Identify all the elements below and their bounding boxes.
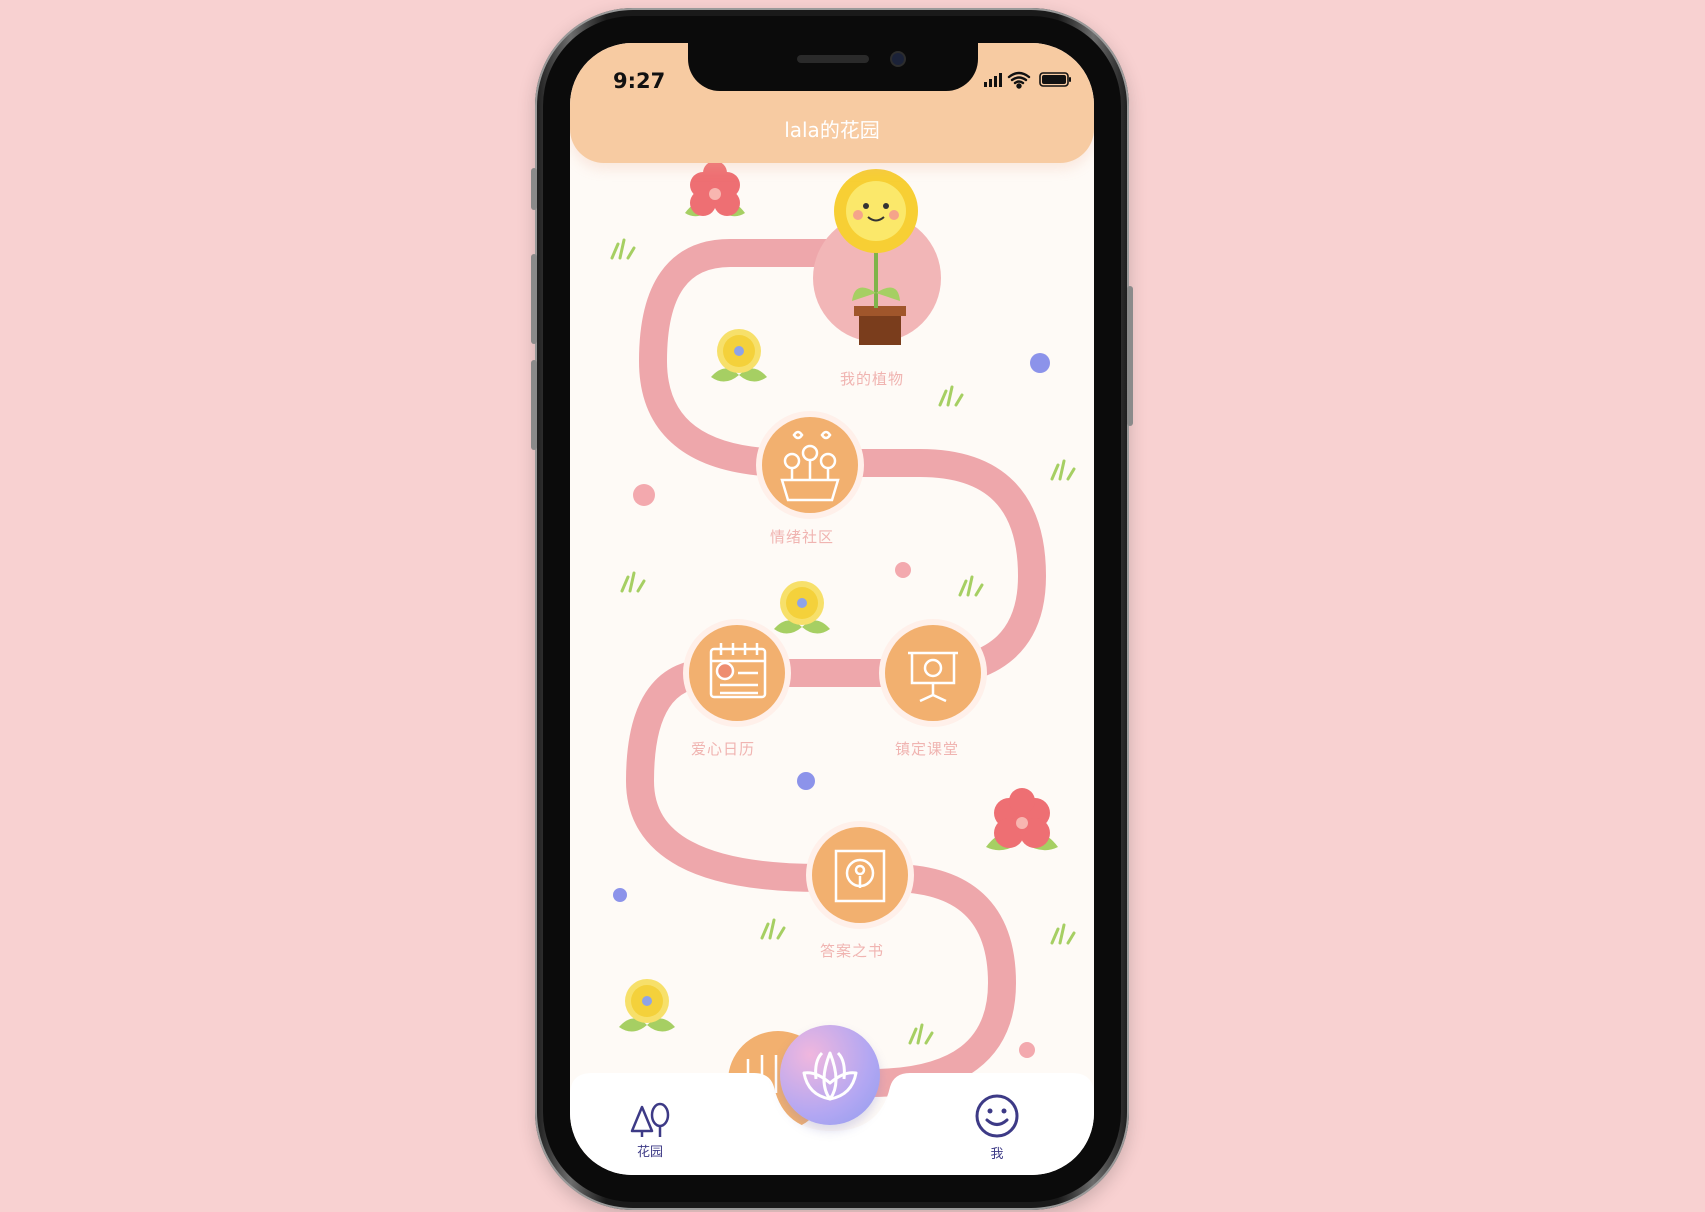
node-label-answer-book: 答案之书 (820, 942, 885, 960)
lotus-icon (802, 1051, 858, 1101)
smiley-icon (975, 1094, 1019, 1138)
status-icons (984, 71, 1071, 89)
node-answer-book[interactable] (806, 821, 914, 929)
wifi-icon (1007, 71, 1031, 89)
battery-icon (1039, 72, 1071, 87)
phone-notch (688, 43, 978, 91)
tab-me-label: 我 (990, 1147, 1004, 1162)
speaker (797, 55, 869, 63)
node-label-calm-class: 镇定课堂 (895, 740, 960, 758)
phone-button-power (1127, 286, 1133, 426)
page-title: lala的花园 (784, 118, 880, 142)
tab-garden-label: 花园 (636, 1145, 663, 1160)
app-screen: 我的植物 情绪社区 爱心日历 镇定课堂 答案之书 lala的花园 9:27 花园… (570, 43, 1094, 1175)
signal-icon (984, 73, 1002, 87)
tab-me[interactable]: 我 (974, 1093, 1020, 1162)
phone-button-volume-down (531, 360, 537, 450)
status-time: 9:27 (613, 69, 666, 93)
small-pink-flower-icon (633, 484, 1035, 1058)
tab-garden[interactable]: 花园 (628, 1101, 672, 1160)
phone-button-mute (531, 168, 537, 210)
phone-button-volume-up (531, 254, 537, 344)
yellow-daisy-icon (774, 581, 830, 634)
node-label-emotion-community: 情绪社区 (770, 528, 835, 546)
node-calm-class[interactable] (879, 619, 987, 727)
garden-map (610, 161, 1076, 1131)
phone-frame: 我的植物 情绪社区 爱心日历 镇定课堂 答案之书 lala的花园 9:27 花园… (531, 8, 1133, 1210)
node-emotion-community[interactable] (756, 411, 864, 519)
red-flower-icon (986, 788, 1058, 851)
node-label-love-calendar: 爱心日历 (691, 740, 756, 758)
yellow-daisy-icon (619, 979, 675, 1032)
red-flower-icon (685, 161, 745, 217)
status-bar: 9:27 (570, 43, 1094, 103)
node-label-my-plant: 我的植物 (840, 370, 905, 388)
trees-icon (630, 1102, 670, 1137)
yellow-daisy-icon (711, 329, 767, 382)
node-my-plant[interactable] (813, 169, 941, 345)
camera (892, 53, 904, 65)
node-love-calendar[interactable] (683, 619, 791, 727)
center-lotus-button[interactable] (780, 1025, 880, 1125)
